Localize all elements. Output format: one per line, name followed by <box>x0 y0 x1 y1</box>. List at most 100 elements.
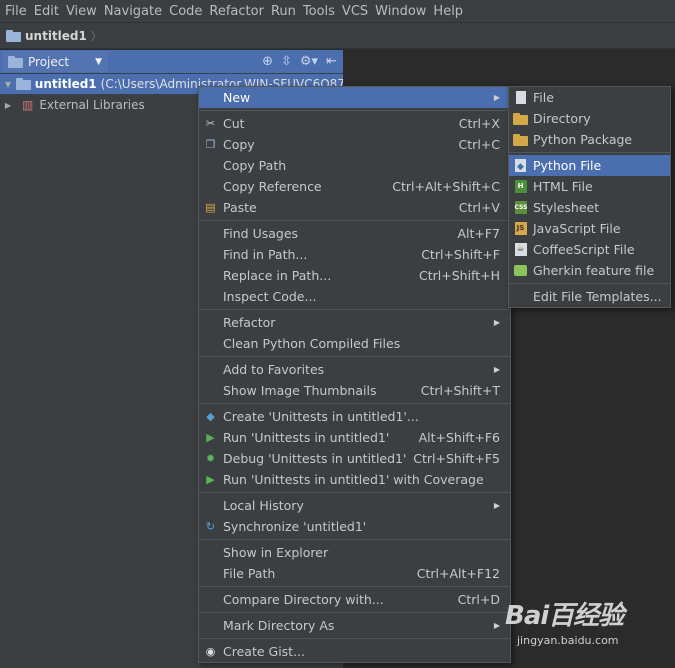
new-item-directory[interactable]: Directory <box>509 108 670 129</box>
new-item-gherkin-feature-file[interactable]: Gherkin feature file <box>509 260 670 281</box>
folder-icon <box>15 78 31 90</box>
context-item-copy[interactable]: ❐ Copy Ctrl+C <box>199 134 510 155</box>
menu-item-label: Create Gist... <box>223 644 306 659</box>
new-item-python-file[interactable]: ◆ Python File <box>509 155 670 176</box>
context-item-replace-in-path[interactable]: Replace in Path... Ctrl+Shift+H <box>199 265 510 286</box>
menu-item-shortcut: Ctrl+D <box>457 592 500 607</box>
context-item-copy-reference[interactable]: Copy Reference Ctrl+Alt+Shift+C <box>199 176 510 197</box>
hide-icon[interactable]: ⇤ <box>326 54 337 69</box>
menu-item-shortcut: Alt+Shift+F6 <box>418 430 500 445</box>
menu-item-label: File <box>533 90 554 105</box>
menu-item-label: New <box>223 90 251 105</box>
menu-item-label: Local History <box>223 498 304 513</box>
menu-tools[interactable]: Tools <box>300 4 338 19</box>
navigation-bar: untitled1 〉 <box>0 22 675 49</box>
menu-navigate[interactable]: Navigate <box>101 4 165 19</box>
context-item-find-usages[interactable]: Find Usages Alt+F7 <box>199 223 510 244</box>
menu-item-label: Stylesheet <box>533 200 600 215</box>
context-item-compare-directory-with[interactable]: Compare Directory with... Ctrl+D <box>199 589 510 610</box>
github-icon: ◉ <box>205 645 216 658</box>
chevron-right-icon: 〉 <box>90 29 102 43</box>
menu-separator <box>199 586 510 587</box>
menu-item-label: Cut <box>223 116 245 131</box>
context-item-clean-python-compiled-files[interactable]: Clean Python Compiled Files <box>199 333 510 354</box>
menu-item-shortcut: Ctrl+C <box>458 137 500 152</box>
context-item-new[interactable]: New ▶ <box>199 87 510 108</box>
library-icon: ▥ <box>22 98 34 112</box>
target-icon[interactable]: ⊕ <box>262 54 273 69</box>
menu-refactor[interactable]: Refactor <box>206 4 267 19</box>
menu-separator <box>509 152 670 153</box>
menu-item-label: Gherkin feature file <box>533 263 655 278</box>
context-item-run-unittests-in-untitled1-with-coverage[interactable]: ▶ Run 'Unittests in untitled1' with Cover… <box>199 469 510 490</box>
context-item-run-unittests-in-untitled1[interactable]: ▶ Run 'Unittests in untitled1' Alt+Shift+F… <box>199 427 510 448</box>
menu-code[interactable]: Code <box>166 4 205 19</box>
menu-item-label: Paste <box>223 200 257 215</box>
expand-arrow-icon[interactable]: ▼ <box>2 80 14 89</box>
context-menu: New ▶ ✂ Cut Ctrl+X ❐ Copy Ctrl+C Copy Path Copy R… <box>198 86 511 663</box>
breadcrumb-project[interactable]: untitled1 <box>25 29 87 43</box>
project-view-selector[interactable]: Project ▼ <box>2 51 108 72</box>
expand-arrow-icon[interactable]: ▶ <box>2 101 14 110</box>
context-item-create-gist[interactable]: ◉ Create Gist... <box>199 641 510 662</box>
context-item-refactor[interactable]: Refactor ▶ <box>199 312 510 333</box>
html-file-icon: H <box>513 179 528 194</box>
context-item-local-history[interactable]: Local History ▶ <box>199 495 510 516</box>
context-item-paste[interactable]: ▤ Paste Ctrl+V <box>199 197 510 218</box>
menu-separator <box>199 220 510 221</box>
context-item-file-path[interactable]: File Path Ctrl+Alt+F12 <box>199 563 510 584</box>
menu-item-shortcut: Ctrl+Shift+H <box>419 268 500 283</box>
context-item-mark-directory-as[interactable]: Mark Directory As ▶ <box>199 615 510 636</box>
menu-separator <box>199 492 510 493</box>
package-icon <box>513 132 528 147</box>
menu-separator <box>199 539 510 540</box>
menu-item-label: Refactor <box>223 315 276 330</box>
context-item-synchronize-untitled1[interactable]: ↻ Synchronize 'untitled1' <box>199 516 510 537</box>
new-item-file[interactable]: File <box>509 87 670 108</box>
context-item-find-in-path[interactable]: Find in Path... Ctrl+Shift+F <box>199 244 510 265</box>
menu-item-label: Create 'Unittests in untitled1'... <box>223 409 419 424</box>
context-item-show-in-explorer[interactable]: Show in Explorer <box>199 542 510 563</box>
menu-run[interactable]: Run <box>268 4 299 19</box>
menu-item-label: Replace in Path... <box>223 268 332 283</box>
context-item-debug-unittests-in-untitled1[interactable]: ✹ Debug 'Unittests in untitled1' Ctrl+Shif… <box>199 448 510 469</box>
menu-item-label: Run 'Unittests in untitled1' with Covera… <box>223 472 484 487</box>
collapse-icon[interactable]: ⇳ <box>281 54 292 69</box>
submenu-arrow-icon: ▶ <box>493 318 500 327</box>
menu-view[interactable]: View <box>63 4 100 19</box>
context-item-create-unittests-in-untitled1[interactable]: ◆ Create 'Unittests in untitled1'... <box>199 406 510 427</box>
menu-separator <box>199 309 510 310</box>
copy-icon: ❐ <box>205 138 216 151</box>
context-item-inspect-code[interactable]: Inspect Code... <box>199 286 510 307</box>
new-item-javascript-file[interactable]: JS JavaScript File <box>509 218 670 239</box>
menu-vcs[interactable]: VCS <box>339 4 371 19</box>
context-item-cut[interactable]: ✂ Cut Ctrl+X <box>199 113 510 134</box>
menu-item-shortcut: Ctrl+Shift+T <box>420 383 500 398</box>
new-item-edit-file-templates[interactable]: Edit File Templates... <box>509 286 670 307</box>
menu-item-shortcut: Ctrl+Shift+F <box>421 247 500 262</box>
menu-item-shortcut: Ctrl+Alt+Shift+C <box>392 179 500 194</box>
menu-separator <box>199 612 510 613</box>
project-name: untitled1 <box>34 77 97 91</box>
menu-edit[interactable]: Edit <box>31 4 62 19</box>
menu-file[interactable]: File <box>2 4 30 19</box>
folder-icon <box>513 111 528 126</box>
menu-item-label: Inspect Code... <box>223 289 317 304</box>
new-item-python-package[interactable]: Python Package <box>509 129 670 150</box>
scissors-icon: ✂ <box>205 117 216 130</box>
new-item-coffeescript-file[interactable]: ☕ CoffeeScript File <box>509 239 670 260</box>
context-item-add-to-favorites[interactable]: Add to Favorites ▶ <box>199 359 510 380</box>
gear-icon[interactable]: ⚙▾ <box>300 54 318 69</box>
new-item-stylesheet[interactable]: CSS Stylesheet <box>509 197 670 218</box>
context-item-show-image-thumbnails[interactable]: Show Image Thumbnails Ctrl+Shift+T <box>199 380 510 401</box>
menu-window[interactable]: Window <box>372 4 429 19</box>
menu-item-label: Show in Explorer <box>223 545 329 560</box>
new-item-html-file[interactable]: H HTML File <box>509 176 670 197</box>
menu-item-label: Copy Path <box>223 158 287 173</box>
submenu-arrow-icon: ▶ <box>493 93 500 102</box>
menu-separator <box>199 356 510 357</box>
context-item-copy-path[interactable]: Copy Path <box>199 155 510 176</box>
menu-item-label: Edit File Templates... <box>533 289 662 304</box>
menu-item-label: Find in Path... <box>223 247 308 262</box>
menu-help[interactable]: Help <box>430 4 466 19</box>
